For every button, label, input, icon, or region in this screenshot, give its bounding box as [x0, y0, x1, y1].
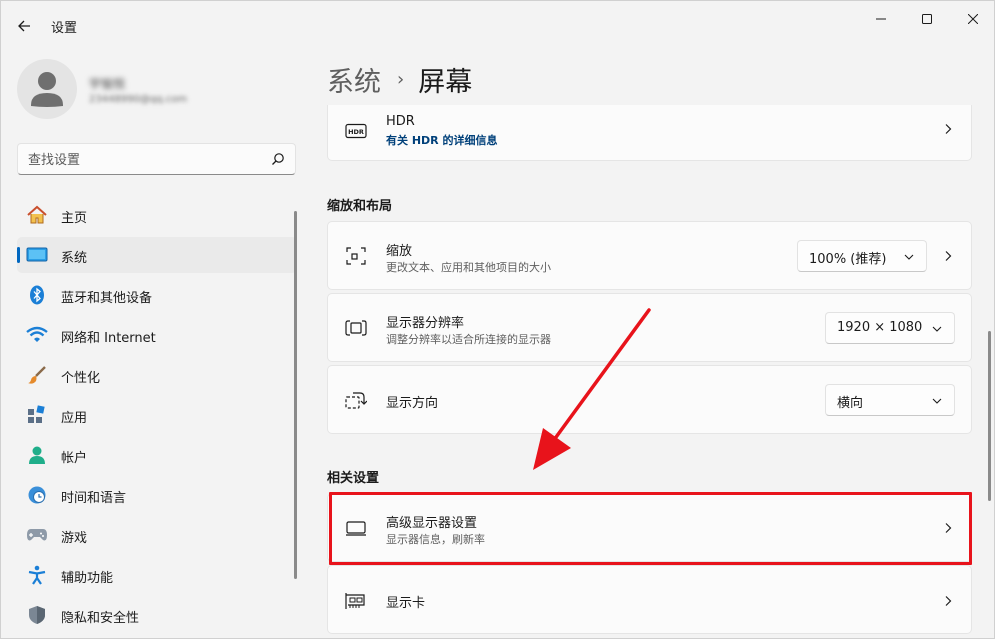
hdr-title: HDR: [386, 114, 415, 129]
scale-title: 缩放: [386, 244, 413, 259]
sidebar-item-label: 游戏: [61, 531, 88, 546]
search-icon[interactable]: [271, 152, 285, 166]
sidebar-item-label: 隐私和安全性: [61, 611, 140, 626]
advanced-display-subtitle: 显示器信息，刷新率: [386, 533, 485, 546]
search-box[interactable]: [17, 143, 296, 175]
svg-text:HDR: HDR: [348, 128, 364, 136]
resolution-subtitle: 调整分辨率以适合所连接的显示器: [386, 333, 551, 346]
orientation-dropdown-value: 横向: [837, 396, 864, 411]
user-name: 宇愉悦: [89, 77, 126, 91]
sidebar-item-system[interactable]: 系统: [17, 237, 297, 273]
sidebar-item-label: 帐户: [61, 451, 88, 466]
breadcrumb-parent[interactable]: 系统: [327, 60, 381, 99]
section-title-scale-layout: 缩放和布局: [327, 199, 393, 214]
wifi-icon: [26, 325, 48, 345]
back-arrow-icon: [18, 20, 30, 32]
accessibility-icon: [26, 565, 48, 585]
chevron-right-icon: [945, 124, 952, 134]
sidebar-item-label: 系统: [61, 251, 88, 266]
scale-icon: [345, 245, 367, 267]
sidebar-item-label: 时间和语言: [61, 491, 127, 506]
orientation-dropdown[interactable]: 横向: [825, 384, 955, 416]
scale-dropdown-value: 100% (推荐): [809, 252, 887, 267]
resolution-dropdown[interactable]: 1920 × 1080: [825, 312, 955, 344]
sidebar-item-accounts[interactable]: 帐户: [17, 437, 297, 473]
title-bar: 设置: [1, 1, 995, 49]
apps-icon: [26, 405, 48, 425]
brush-icon: [26, 365, 48, 385]
sidebar-item-label: 蓝牙和其他设备: [61, 291, 153, 306]
maximize-icon: [922, 14, 932, 24]
sidebar-item-privacy[interactable]: 隐私和安全性: [17, 597, 297, 633]
orientation-title: 显示方向: [386, 396, 439, 411]
resolution-title: 显示器分辨率: [386, 316, 465, 331]
home-icon: [26, 205, 48, 225]
page-title: 屏幕: [418, 66, 473, 98]
sidebar-nav: 主页 系统 蓝牙和其他设备 网络和 Internet 个性化 应用 帐户 时间和…: [17, 197, 297, 637]
graphics-card-icon: [345, 590, 367, 612]
sidebar-item-network[interactable]: 网络和 Internet: [17, 317, 297, 353]
sidebar-item-personalization[interactable]: 个性化: [17, 357, 297, 393]
resolution-icon: [345, 317, 367, 339]
sidebar-item-bluetooth[interactable]: 蓝牙和其他设备: [17, 277, 297, 313]
close-icon: [968, 14, 978, 24]
maximize-button[interactable]: [904, 5, 950, 33]
minimize-button[interactable]: [858, 5, 904, 33]
section-title-related: 相关设置: [327, 471, 380, 486]
back-button[interactable]: [11, 13, 37, 39]
sidebar-scrollbar[interactable]: [294, 211, 297, 579]
monitor-icon: [345, 517, 367, 539]
chevron-right-icon: [945, 596, 952, 606]
sidebar-item-label: 辅助功能: [61, 571, 114, 586]
chevron-down-icon: [932, 398, 942, 404]
resolution-dropdown-value: 1920 × 1080: [837, 320, 923, 335]
settings-window: 设置 宇愉悦 23448990@qq.com 主页: [0, 0, 995, 639]
minimize-icon: [876, 18, 886, 20]
hdr-learn-more-link[interactable]: 有关 HDR 的详细信息: [386, 132, 497, 148]
display-icon: [26, 245, 48, 265]
sidebar-item-time-language[interactable]: 时间和语言: [17, 477, 297, 513]
app-title: 设置: [51, 21, 78, 36]
content-scrollbar[interactable]: [988, 331, 991, 501]
user-silhouette-icon: [31, 72, 63, 107]
shield-icon: [26, 605, 48, 625]
person-icon: [26, 445, 48, 465]
orientation-card: 显示方向 横向: [327, 365, 972, 434]
chevron-down-icon: [904, 254, 914, 260]
close-button[interactable]: [950, 5, 995, 33]
advanced-display-card[interactable]: 高级显示器设置 显示器信息，刷新率: [327, 493, 972, 562]
main-content: HDR HDR 有关 HDR 的详细信息 缩放和布局 缩放 更改文本、应用和其他…: [327, 105, 972, 639]
search-input[interactable]: [28, 150, 258, 170]
scale-subtitle: 更改文本、应用和其他项目的大小: [386, 261, 551, 274]
scale-dropdown[interactable]: 100% (推荐): [797, 240, 927, 272]
scale-card[interactable]: 缩放 更改文本、应用和其他项目的大小 100% (推荐): [327, 221, 972, 290]
graphics-title: 显示卡: [386, 596, 426, 611]
sidebar-item-home[interactable]: 主页: [17, 197, 297, 233]
hdr-icon: HDR: [345, 120, 367, 142]
sidebar-item-apps[interactable]: 应用: [17, 397, 297, 433]
bluetooth-icon: [26, 285, 48, 305]
breadcrumb: 系统 › 屏幕: [327, 59, 472, 99]
chevron-right-icon: [945, 523, 952, 533]
advanced-display-title: 高级显示器设置: [386, 516, 478, 531]
resolution-card: 显示器分辨率 调整分辨率以适合所连接的显示器 1920 × 1080: [327, 293, 972, 362]
avatar[interactable]: [17, 59, 77, 119]
sidebar-item-label: 应用: [61, 411, 88, 426]
sidebar-item-label: 网络和 Internet: [61, 331, 156, 346]
sidebar-item-label: 主页: [61, 211, 88, 226]
chevron-right-icon[interactable]: [942, 250, 954, 262]
user-email: 23448990@qq.com: [89, 94, 188, 105]
sidebar-item-accessibility[interactable]: 辅助功能: [17, 557, 297, 593]
clock-globe-icon: [26, 485, 48, 505]
breadcrumb-separator: ›: [397, 68, 405, 90]
sidebar-item-gaming[interactable]: 游戏: [17, 517, 297, 553]
chevron-down-icon: [932, 326, 942, 332]
hdr-card[interactable]: HDR HDR 有关 HDR 的详细信息: [327, 105, 972, 161]
gamepad-icon: [26, 525, 48, 545]
graphics-card[interactable]: 显示卡: [327, 565, 972, 634]
rotate-display-icon: [345, 390, 367, 412]
sidebar-item-label: 个性化: [61, 371, 101, 386]
